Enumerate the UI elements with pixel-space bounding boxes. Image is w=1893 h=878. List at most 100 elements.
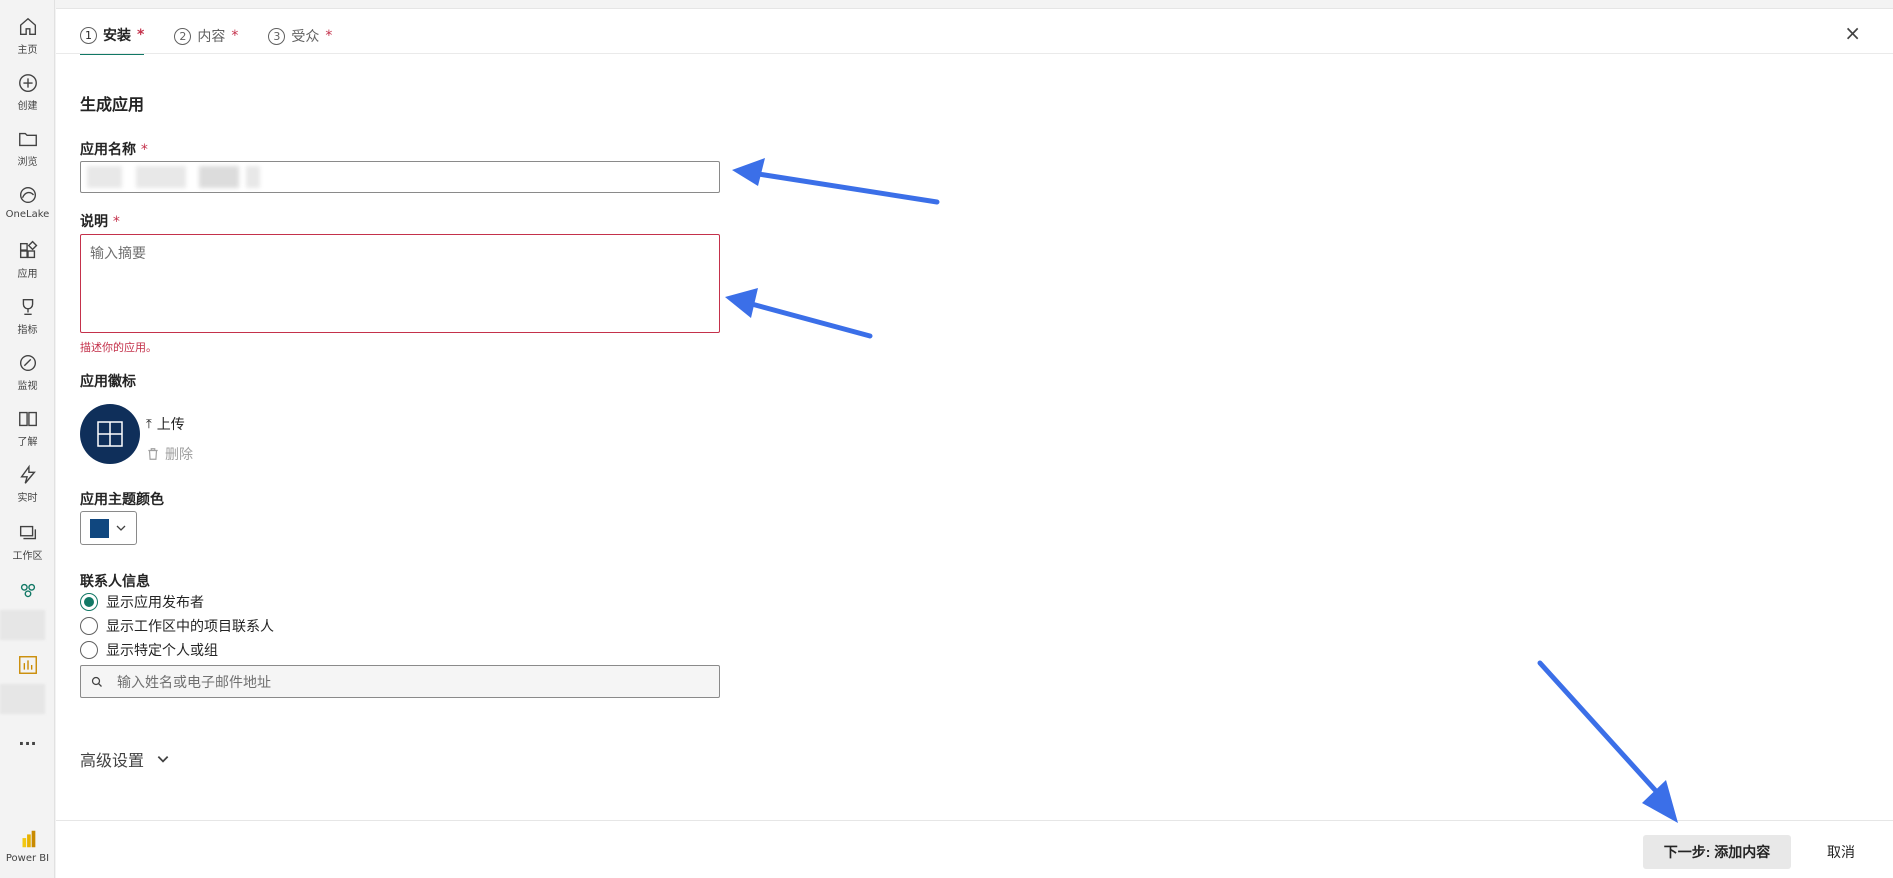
contact-info-label: 联系人信息 [80, 574, 150, 590]
app-root: 主页 创建 浏览 OneLake 应用 指标 监视 了解 实时 工作区 ··· … [0, 0, 1893, 878]
rail-report[interactable] [0, 654, 55, 678]
upload-icon: ⤒ [146, 416, 152, 432]
tab-setup[interactable]: 1 安装 * [80, 25, 145, 55]
rail-learn[interactable]: 了解 [0, 408, 55, 458]
rail-realtime[interactable]: 实时 [0, 464, 55, 514]
trophy-icon [22, 298, 33, 316]
monitor-icon [19, 354, 36, 372]
apps-icon [19, 240, 37, 259]
required-mark: * [112, 214, 120, 230]
theme-color-label: 应用主题颜色 [80, 492, 164, 508]
app-logo-icon [97, 421, 123, 447]
required-mark: * [137, 27, 145, 43]
rail-label: 工作区 [12, 551, 43, 562]
step-number: 3 [268, 27, 286, 45]
step-number: 2 [174, 27, 192, 45]
tab-label: 内容 [197, 29, 226, 45]
radio-button[interactable] [80, 641, 98, 659]
tab-label: 受众 [291, 29, 320, 45]
rail-redacted-item[interactable] [0, 610, 45, 640]
left-rail: 主页 创建 浏览 OneLake 应用 指标 监视 了解 实时 工作区 ··· … [0, 0, 55, 878]
label-text: 说明 [80, 214, 108, 230]
tab-audience[interactable]: 3 受众 * [268, 25, 332, 55]
tabs-divider [56, 53, 1893, 54]
cancel-button[interactable]: 取消 [1806, 835, 1876, 869]
upload-button[interactable]: ⤒ 上传 [146, 414, 185, 434]
radio-show-item-contacts[interactable]: 显示工作区中的项目联系人 [80, 616, 274, 636]
rail-label: 主页 [17, 45, 38, 56]
required-mark: * [231, 28, 239, 44]
radio-button[interactable] [80, 593, 98, 611]
description-textarea[interactable]: 输入摘要 [80, 234, 720, 333]
required-mark: * [140, 142, 148, 158]
rail-label: 了解 [17, 437, 38, 448]
lightning-icon [19, 464, 36, 484]
rail-label: 实时 [17, 493, 38, 504]
redacted-text [136, 166, 186, 188]
description-label: 说明 * [80, 211, 120, 231]
color-swatch [90, 518, 109, 538]
rail-label: 浏览 [17, 157, 38, 168]
onelake-icon [19, 186, 36, 204]
radio-show-publisher[interactable]: 显示应用发布者 [80, 592, 204, 612]
search-icon [91, 676, 102, 687]
book-icon [18, 411, 37, 427]
home-icon [19, 17, 36, 36]
rail-workspaces[interactable]: 工作区 [0, 522, 55, 572]
rail-redacted-item[interactable] [0, 684, 45, 714]
footer-divider [56, 820, 1893, 821]
rail-onelake[interactable]: OneLake [0, 184, 55, 234]
trash-icon [148, 448, 158, 460]
radio-dot [84, 597, 94, 607]
label-text: 应用名称 [80, 142, 136, 158]
next-add-content-button[interactable]: 下一步: 添加内容 [1643, 835, 1791, 869]
rail-metrics[interactable]: 指标 [0, 296, 55, 346]
chevron-down-icon [116, 525, 126, 531]
redacted-text [199, 166, 239, 188]
app-icon-preview [80, 404, 140, 464]
app-name-label: 应用名称 * [80, 139, 148, 159]
delete-button[interactable]: 删除 [146, 444, 193, 464]
required-mark: * [325, 28, 333, 44]
rail-label: 创建 [17, 101, 38, 112]
redacted-text [87, 166, 122, 188]
chevron-down-icon [157, 756, 169, 763]
rail-monitor[interactable]: 监视 [0, 352, 55, 402]
radio-label: 显示应用发布者 [106, 595, 204, 611]
description-placeholder: 输入摘要 [90, 246, 146, 262]
contact-search-input[interactable]: 输入姓名或电子邮件地址 [80, 665, 720, 698]
app-name-input[interactable] [80, 161, 720, 193]
rail-more[interactable]: ··· [0, 734, 55, 754]
tab-label: 安装 [103, 28, 131, 44]
rail-current-workspace[interactable] [0, 580, 55, 610]
rail-powerbi[interactable]: Power BI [0, 828, 55, 878]
app-icon-label: 应用徽标 [80, 374, 136, 390]
delete-label: 删除 [165, 447, 193, 463]
radio-show-specific[interactable]: 显示特定个人或组 [80, 640, 218, 660]
powerbi-logo-icon [22, 830, 35, 848]
rail-home[interactable]: 主页 [0, 16, 55, 66]
search-placeholder: 输入姓名或电子邮件地址 [117, 674, 271, 691]
rail-label: OneLake [5, 209, 50, 220]
description-error: 描述你的应用。 [80, 341, 157, 354]
close-icon[interactable]: × [1844, 21, 1861, 45]
step-number: 1 [80, 26, 97, 44]
radio-label: 显示特定个人或组 [106, 643, 218, 659]
theme-color-picker[interactable] [80, 511, 137, 545]
rail-label: 应用 [17, 269, 38, 280]
people-icon [20, 583, 35, 598]
rail-label: 指标 [17, 325, 38, 336]
more-icon: ··· [18, 734, 37, 753]
workspaces-icon [19, 525, 36, 540]
tab-content[interactable]: 2 内容 * [174, 25, 238, 55]
rail-apps[interactable]: 应用 [0, 240, 55, 290]
powerbi-label: Power BI [5, 853, 50, 864]
wizard-steps: 1 安装 * 2 内容 * 3 受众 * [80, 25, 332, 55]
folder-icon [18, 132, 37, 147]
advanced-settings-toggle[interactable]: 高级设置 [80, 747, 170, 771]
radio-button[interactable] [80, 617, 98, 635]
plus-circle-icon [18, 74, 37, 92]
bar-chart-icon [18, 656, 37, 674]
rail-browse[interactable]: 浏览 [0, 128, 55, 178]
rail-create[interactable]: 创建 [0, 72, 55, 122]
